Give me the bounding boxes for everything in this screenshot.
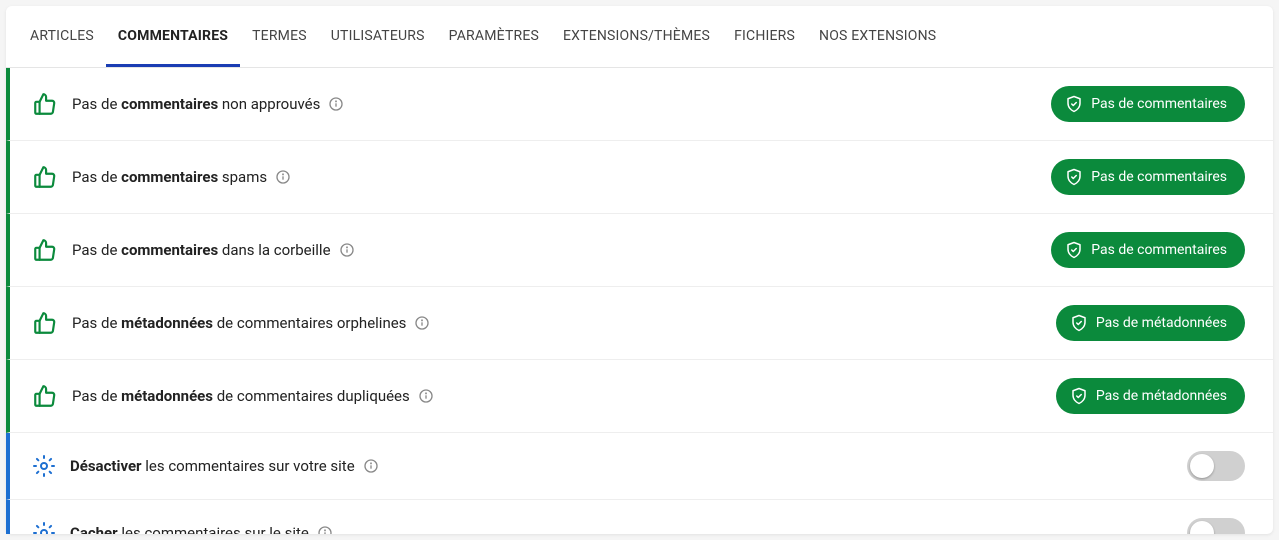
- status-row: Pas de métadonnées de commentaires dupli…: [6, 360, 1273, 433]
- tab-utilisateurs[interactable]: UTILISATEURS: [319, 6, 437, 67]
- status-badge: Pas de commentaires: [1051, 159, 1245, 195]
- text-bold: commentaires: [121, 95, 218, 113]
- text-post: dans la corbeille: [218, 241, 330, 259]
- status-badge: Pas de commentaires: [1051, 232, 1245, 268]
- info-icon[interactable]: [275, 169, 291, 185]
- status-badge: Pas de métadonnées: [1056, 305, 1245, 341]
- tab-articles[interactable]: ARTICLES: [18, 6, 106, 67]
- text-post: les commentaires sur le site: [118, 524, 309, 534]
- toggle-knob: [1190, 454, 1214, 478]
- badge-label: Pas de métadonnées: [1096, 388, 1227, 404]
- text-pre: Pas de: [72, 387, 121, 405]
- setting-text: Désactiver les commentaires sur votre si…: [70, 457, 1173, 475]
- status-text: Pas de métadonnées de commentaires orphe…: [72, 314, 1042, 332]
- info-icon[interactable]: [363, 458, 379, 474]
- thumbs-up-icon: [32, 310, 58, 336]
- thumbs-up-icon: [32, 91, 58, 117]
- setting-row: Cacher les commentaires sur le site: [6, 500, 1273, 534]
- text-bold: Cacher: [70, 524, 118, 534]
- info-icon[interactable]: [317, 525, 333, 534]
- info-icon[interactable]: [339, 242, 355, 258]
- text-bold: commentaires: [121, 168, 218, 186]
- status-row: Pas de commentaires spams Pas de comment…: [6, 141, 1273, 214]
- tab-nos-extensions[interactable]: NOS EXTENSIONS: [807, 6, 948, 67]
- disable-comments-toggle[interactable]: [1187, 451, 1245, 481]
- status-badge: Pas de commentaires: [1051, 86, 1245, 122]
- tab-parametres[interactable]: PARAMÈTRES: [437, 6, 551, 67]
- thumbs-up-icon: [32, 237, 58, 263]
- text-bold: commentaires: [121, 241, 218, 259]
- text-bold: métadonnées: [121, 387, 213, 405]
- text-post: de commentaires orphelines: [213, 314, 406, 332]
- text-pre: Pas de: [72, 95, 121, 113]
- setting-row: Désactiver les commentaires sur votre si…: [6, 433, 1273, 500]
- status-row: Pas de métadonnées de commentaires orphe…: [6, 287, 1273, 360]
- status-text: Pas de commentaires dans la corbeille: [72, 241, 1037, 259]
- text-pre: Pas de: [72, 168, 121, 186]
- text-bold: métadonnées: [121, 314, 213, 332]
- status-badge: Pas de métadonnées: [1056, 378, 1245, 414]
- info-icon[interactable]: [414, 315, 430, 331]
- text-pre: Pas de: [72, 241, 121, 259]
- tab-extensions-themes[interactable]: EXTENSIONS/THÈMES: [551, 6, 722, 67]
- panel: ARTICLES COMMENTAIRES TERMES UTILISATEUR…: [6, 6, 1273, 534]
- setting-text: Cacher les commentaires sur le site: [70, 524, 1173, 534]
- hide-comments-toggle[interactable]: [1187, 518, 1245, 534]
- tab-commentaires[interactable]: COMMENTAIRES: [106, 6, 240, 67]
- text-post: spams: [218, 168, 267, 186]
- tabs: ARTICLES COMMENTAIRES TERMES UTILISATEUR…: [6, 6, 1273, 68]
- thumbs-up-icon: [32, 383, 58, 409]
- text-post: de commentaires dupliquées: [213, 387, 410, 405]
- info-icon[interactable]: [328, 96, 344, 112]
- badge-label: Pas de commentaires: [1091, 96, 1227, 112]
- toggle-knob: [1190, 521, 1214, 534]
- text-pre: Pas de: [72, 314, 121, 332]
- gear-icon: [32, 454, 56, 478]
- rows-container: Pas de commentaires non approuvés Pas de…: [6, 68, 1273, 534]
- tab-fichiers[interactable]: FICHIERS: [722, 6, 807, 67]
- badge-label: Pas de métadonnées: [1096, 315, 1227, 331]
- status-text: Pas de commentaires spams: [72, 168, 1037, 186]
- status-text: Pas de métadonnées de commentaires dupli…: [72, 387, 1042, 405]
- status-text: Pas de commentaires non approuvés: [72, 95, 1037, 113]
- status-row: Pas de commentaires non approuvés Pas de…: [6, 68, 1273, 141]
- badge-label: Pas de commentaires: [1091, 169, 1227, 185]
- tab-termes[interactable]: TERMES: [240, 6, 319, 67]
- gear-icon: [32, 521, 56, 534]
- text-post: non approuvés: [218, 95, 320, 113]
- badge-label: Pas de commentaires: [1091, 242, 1227, 258]
- info-icon[interactable]: [418, 388, 434, 404]
- text-post: les commentaires sur votre site: [142, 457, 355, 475]
- text-bold: Désactiver: [70, 457, 142, 475]
- thumbs-up-icon: [32, 164, 58, 190]
- status-row: Pas de commentaires dans la corbeille Pa…: [6, 214, 1273, 287]
